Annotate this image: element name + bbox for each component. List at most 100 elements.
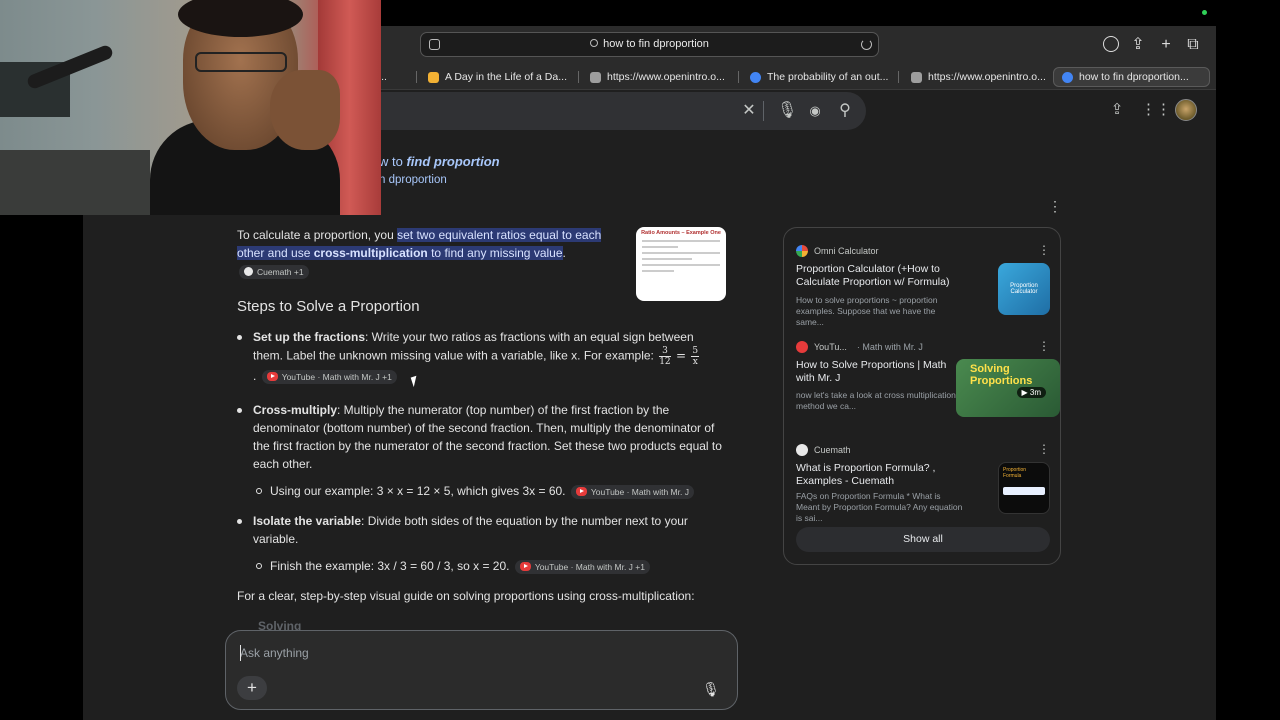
source-site: Omni Calculator — [814, 246, 879, 256]
reload-icon[interactable] — [861, 39, 872, 50]
ask-input[interactable] — [240, 643, 690, 663]
intro-highlight-bold: cross-multiplication — [313, 246, 428, 260]
thumbnail-line — [642, 246, 678, 248]
thumbnail-line — [642, 258, 692, 260]
thumbnail-formula-bar — [1003, 487, 1045, 495]
thumbnail-text: Proportion Calculator — [1010, 283, 1038, 295]
source-channel: · Math with Mr. J — [856, 342, 923, 352]
source-site: YouTu... — [814, 342, 847, 352]
source-snippet: How to solve proportions ~ proportion ex… — [796, 295, 938, 327]
query-subtitle: n dproportion — [379, 174, 447, 186]
tab-2[interactable]: https://www.openintro.o... — [590, 67, 730, 87]
bullet — [237, 408, 242, 413]
source-chip-youtube[interactable]: YouTube · Math with Mr. J +1 — [261, 369, 397, 384]
google-favicon-icon — [1062, 71, 1073, 83]
denominator: 12 — [659, 357, 671, 367]
webcam-background-desk — [0, 150, 150, 215]
search-divider — [763, 101, 764, 121]
query-prefix: w to — [379, 154, 407, 169]
more-options-icon[interactable]: ⋮ — [1038, 442, 1050, 456]
search-submit-icon[interactable]: ⚲ — [837, 103, 853, 119]
source-title[interactable]: How to Solve Proportions | Math with Mr.… — [796, 359, 964, 385]
tab-label: The probability of an out... — [767, 71, 889, 83]
cuemath-icon — [796, 444, 808, 456]
ask-prompt-box: + 🎙 — [225, 630, 738, 710]
chip-label: YouTube · Math with Mr. J +1 — [281, 371, 392, 382]
search-icon — [590, 39, 599, 47]
share-icon[interactable]: ⇪ — [1128, 35, 1148, 55]
avatar[interactable] — [1175, 99, 1197, 121]
source-snippet: now let's take a look at cross multiplic… — [796, 390, 963, 411]
step-2-sub-text: Using our example: 3 × x = 12 × 5, which… — [270, 484, 566, 498]
tab-4[interactable]: https://www.openintro.o... — [911, 67, 1051, 87]
ratio-example-thumbnail[interactable]: Ratio Amounts – Example One — [636, 227, 726, 301]
apps-grid-icon[interactable]: ⋮⋮ — [1141, 101, 1171, 119]
numerator: 3 — [659, 346, 671, 357]
ai-intro: To calculate a proportion, you set two e… — [237, 226, 607, 280]
step-2: Cross-multiply: Multiply the numerator (… — [237, 401, 723, 473]
step-1: Set up the fractions: Write your two rat… — [237, 328, 723, 385]
chip-label: YouTube · Math with Mr. J +1 — [534, 561, 645, 572]
query-title: w to find proportion — [379, 154, 500, 169]
download-icon[interactable] — [1103, 36, 1119, 52]
equals-sign: = — [676, 348, 687, 363]
source-snippet: FAQs on Proportion Formula * What is Mea… — [796, 491, 963, 523]
lens-icon[interactable]: ◉ — [807, 103, 823, 119]
tab-1[interactable]: A Day in the Life of a Da... — [428, 67, 568, 87]
webcam-person-hand — [270, 70, 340, 150]
google-favicon-icon — [750, 71, 761, 83]
intro-text: To calculate a proportion, you — [237, 228, 398, 242]
thumbnail-line — [642, 264, 720, 266]
webcam-person-glasses — [195, 52, 287, 72]
tab-overview-button-icon[interactable]: ⧉ — [1183, 35, 1203, 55]
show-all-button[interactable]: Show all — [796, 527, 1050, 552]
share-page-icon[interactable]: ⇪ — [1108, 101, 1126, 119]
intro-period: . — [562, 246, 566, 260]
source-chip-youtube[interactable]: YouTube · Math with Mr. J +1 — [514, 559, 650, 574]
step-1-title: Set up the fractions — [253, 330, 366, 344]
source-card[interactable]: Omni Calculator ⋮ Proportion Calculator … — [796, 243, 1050, 327]
denominator: x — [692, 357, 698, 367]
query-title-bold: find proportion — [406, 154, 500, 169]
clear-icon[interactable]: ✕ — [741, 103, 757, 119]
step-3: Isolate the variable: Divide both sides … — [237, 512, 723, 548]
source-card[interactable]: YouTu... · Math with Mr. J ⋮ How to Solve… — [796, 339, 1060, 421]
thumbnail-line — [642, 240, 720, 242]
tab-3[interactable]: The probability of an out... — [750, 67, 890, 87]
tab-favicon-icon — [911, 71, 922, 83]
more-options-icon[interactable]: ⋮ — [1048, 198, 1062, 215]
camera-indicator-dot — [1202, 10, 1207, 15]
source-thumbnail[interactable]: Proportion Calculator — [998, 263, 1050, 315]
microphone-icon[interactable]: 🎙 — [777, 103, 797, 119]
address-bar[interactable]: how to fin dproportion — [420, 32, 879, 57]
microphone-icon[interactable]: 🎙 — [700, 678, 722, 700]
more-options-icon[interactable]: ⋮ — [1038, 339, 1050, 353]
source-chip-cuemath[interactable]: Cuemath +1 — [239, 264, 309, 279]
webcam-overlay — [0, 0, 381, 215]
source-title[interactable]: What is Proportion Formula? , Examples -… — [796, 462, 964, 488]
omni-calculator-icon — [796, 245, 808, 257]
sources-panel: Omni Calculator ⋮ Proportion Calculator … — [783, 227, 1061, 565]
youtube-icon — [575, 487, 587, 497]
sub-bullet — [256, 563, 262, 569]
text-caret — [240, 645, 241, 661]
sub-bullet — [256, 488, 262, 494]
source-title[interactable]: Proportion Calculator (+How to Calculate… — [796, 263, 964, 289]
chip-label: Cuemath +1 — [257, 266, 304, 277]
source-card[interactable]: Cuemath ⋮ What is Proportion Formula? , … — [796, 442, 1050, 524]
tab-separator — [578, 71, 579, 83]
thumbnail-title: Ratio Amounts – Example One — [641, 230, 721, 236]
tab-favicon-icon — [428, 71, 439, 83]
step-3-sub: Finish the example: 3x / 3 = 60 / 3, so … — [256, 557, 720, 575]
video-thumbnail[interactable]: Solving Proportions ▶ 3m — [956, 359, 1060, 417]
more-options-icon[interactable]: ⋮ — [1038, 243, 1050, 257]
new-tab-icon[interactable]: + — [1156, 35, 1176, 55]
address-text: how to fin dproportion — [603, 38, 709, 50]
tab-active[interactable]: how to fin dproportion... — [1053, 67, 1210, 87]
source-thumbnail[interactable]: Proportion Formula — [998, 462, 1050, 514]
tab-label: https://www.openintro.o... — [928, 71, 1046, 83]
source-chip-youtube[interactable]: YouTube · Math with Mr. J — [570, 484, 694, 499]
add-attachment-button[interactable]: + — [237, 676, 267, 700]
youtube-icon — [796, 341, 808, 353]
tab-separator — [416, 71, 417, 83]
